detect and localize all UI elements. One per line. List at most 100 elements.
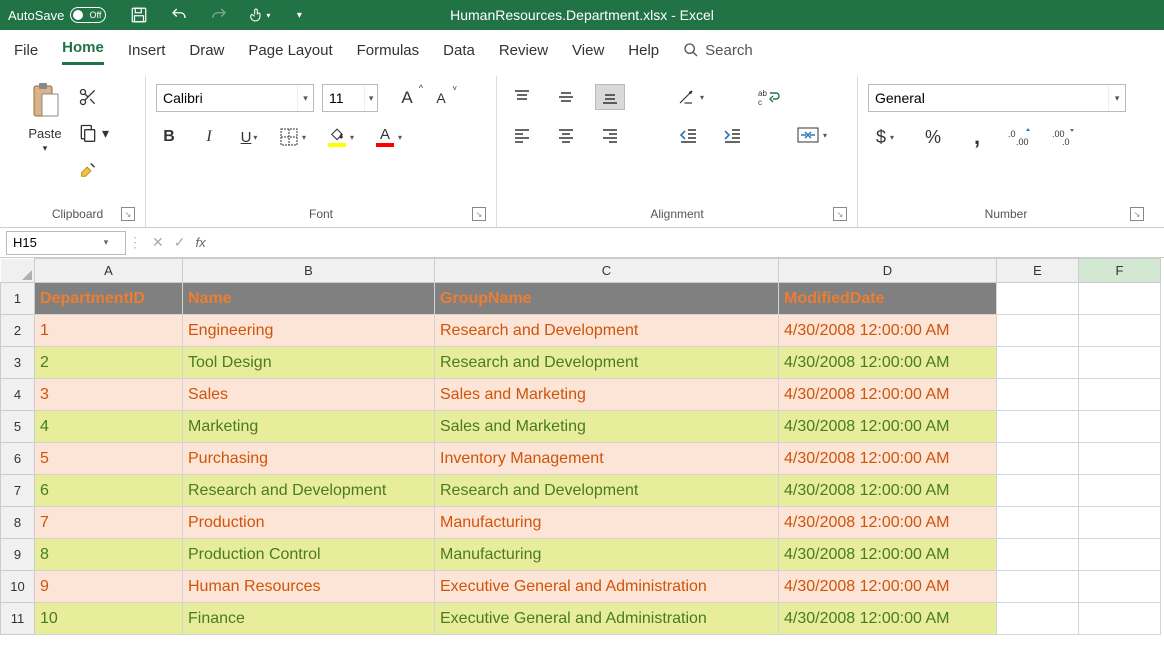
font-dialog-launcher[interactable]: ↘ (472, 207, 486, 221)
cell[interactable]: 9 (35, 571, 183, 603)
row-header-3[interactable]: 3 (1, 347, 35, 379)
cell[interactable]: 8 (35, 539, 183, 571)
chevron-down-icon[interactable]: ▾ (297, 85, 313, 111)
tab-help[interactable]: Help (628, 38, 659, 63)
decrease-indent-button[interactable] (673, 122, 703, 148)
clipboard-dialog-launcher[interactable]: ↘ (121, 207, 135, 221)
cell[interactable] (1079, 539, 1161, 571)
row-header-5[interactable]: 5 (1, 411, 35, 443)
cell[interactable]: 4/30/2008 12:00:00 AM (779, 315, 997, 347)
cell[interactable]: Executive General and Administration (435, 571, 779, 603)
cell[interactable]: 4/30/2008 12:00:00 AM (779, 571, 997, 603)
cell[interactable] (1079, 379, 1161, 411)
number-format-input[interactable] (869, 90, 1108, 106)
cell[interactable]: 4/30/2008 12:00:00 AM (779, 443, 997, 475)
row-header-8[interactable]: 8 (1, 507, 35, 539)
cell[interactable]: Research and Development (435, 347, 779, 379)
decrease-font-button[interactable]: A˅ (428, 85, 454, 111)
cell[interactable] (997, 571, 1079, 603)
comma-format-button[interactable]: , (964, 124, 990, 150)
cell[interactable]: Finance (183, 603, 435, 635)
row-header-9[interactable]: 9 (1, 539, 35, 571)
name-box-input[interactable] (7, 235, 97, 250)
format-painter-button[interactable] (78, 154, 109, 184)
cell[interactable] (997, 347, 1079, 379)
tab-page-layout[interactable]: Page Layout (248, 38, 332, 63)
cut-button[interactable] (78, 82, 109, 112)
alignment-dialog-launcher[interactable]: ↘ (833, 207, 847, 221)
header-cell[interactable]: DepartmentID (35, 283, 183, 315)
merge-center-button[interactable]: ▾ (795, 122, 829, 148)
cell[interactable]: Sales (183, 379, 435, 411)
insert-function-icon[interactable]: fx (195, 235, 205, 250)
col-header-E[interactable]: E (997, 259, 1079, 283)
spreadsheet-grid[interactable]: ABCDEF1DepartmentIDNameGroupNameModified… (0, 258, 1164, 655)
tab-file[interactable]: File (14, 38, 38, 63)
col-header-B[interactable]: B (183, 259, 435, 283)
align-right-button[interactable] (595, 122, 625, 148)
header-cell[interactable]: ModifiedDate (779, 283, 997, 315)
orientation-button[interactable]: ▾ (673, 84, 707, 110)
align-left-button[interactable] (507, 122, 537, 148)
row-header-11[interactable]: 11 (1, 603, 35, 635)
cell[interactable] (997, 539, 1079, 571)
align-top-button[interactable] (507, 84, 537, 110)
paste-icon[interactable] (28, 82, 62, 120)
cell[interactable] (997, 475, 1079, 507)
cell[interactable]: 6 (35, 475, 183, 507)
cell[interactable]: 3 (35, 379, 183, 411)
cell[interactable]: 4/30/2008 12:00:00 AM (779, 539, 997, 571)
decrease-decimal-button[interactable]: .00.0 (1052, 124, 1078, 150)
row-header-2[interactable]: 2 (1, 315, 35, 347)
cell[interactable]: 7 (35, 507, 183, 539)
cell[interactable] (1079, 315, 1161, 347)
formula-input[interactable] (214, 235, 1164, 250)
cancel-formula-icon[interactable]: ✕ (152, 234, 164, 251)
select-all-cell[interactable] (1, 259, 35, 283)
cell[interactable]: Research and Development (183, 475, 435, 507)
cell[interactable]: 4/30/2008 12:00:00 AM (779, 379, 997, 411)
increase-font-button[interactable]: A^ (394, 85, 420, 111)
row-header-1[interactable]: 1 (1, 283, 35, 315)
tab-draw[interactable]: Draw (189, 38, 224, 63)
increase-indent-button[interactable] (717, 122, 747, 148)
tab-data[interactable]: Data (443, 38, 475, 63)
percent-format-button[interactable]: % (920, 124, 946, 150)
tab-search[interactable]: Search (683, 38, 753, 63)
borders-button[interactable]: ▾ (276, 124, 310, 150)
accounting-format-button[interactable]: $▾ (868, 124, 902, 150)
cell[interactable] (1079, 475, 1161, 507)
row-header-4[interactable]: 4 (1, 379, 35, 411)
cell[interactable]: Human Resources (183, 571, 435, 603)
cell[interactable]: 2 (35, 347, 183, 379)
header-cell[interactable]: Name (183, 283, 435, 315)
copy-button[interactable]: ▾ (78, 118, 109, 148)
cell[interactable]: 4/30/2008 12:00:00 AM (779, 347, 997, 379)
chevron-down-icon[interactable]: ▾ (1108, 85, 1125, 111)
cell[interactable]: Manufacturing (435, 539, 779, 571)
cell[interactable]: Sales and Marketing (435, 379, 779, 411)
align-bottom-button[interactable] (595, 84, 625, 110)
cell[interactable] (1079, 347, 1161, 379)
italic-button[interactable]: I (196, 124, 222, 150)
cell[interactable]: 10 (35, 603, 183, 635)
cell[interactable]: 4/30/2008 12:00:00 AM (779, 411, 997, 443)
cell[interactable]: Executive General and Administration (435, 603, 779, 635)
font-name-combo[interactable]: ▾ (156, 84, 314, 112)
cell[interactable] (997, 603, 1079, 635)
header-cell[interactable]: GroupName (435, 283, 779, 315)
cell[interactable]: Marketing (183, 411, 435, 443)
cell[interactable] (997, 283, 1079, 315)
bold-button[interactable]: B (156, 124, 182, 150)
cell[interactable] (997, 379, 1079, 411)
font-name-input[interactable] (157, 90, 297, 106)
cell[interactable]: Engineering (183, 315, 435, 347)
cell[interactable]: 4/30/2008 12:00:00 AM (779, 475, 997, 507)
paste-dropdown[interactable]: ▾ (43, 143, 48, 154)
col-header-F[interactable]: F (1079, 259, 1161, 283)
row-header-6[interactable]: 6 (1, 443, 35, 475)
tab-home[interactable]: Home (62, 35, 104, 65)
tab-view[interactable]: View (572, 38, 604, 63)
cell[interactable]: 1 (35, 315, 183, 347)
cell[interactable] (997, 315, 1079, 347)
